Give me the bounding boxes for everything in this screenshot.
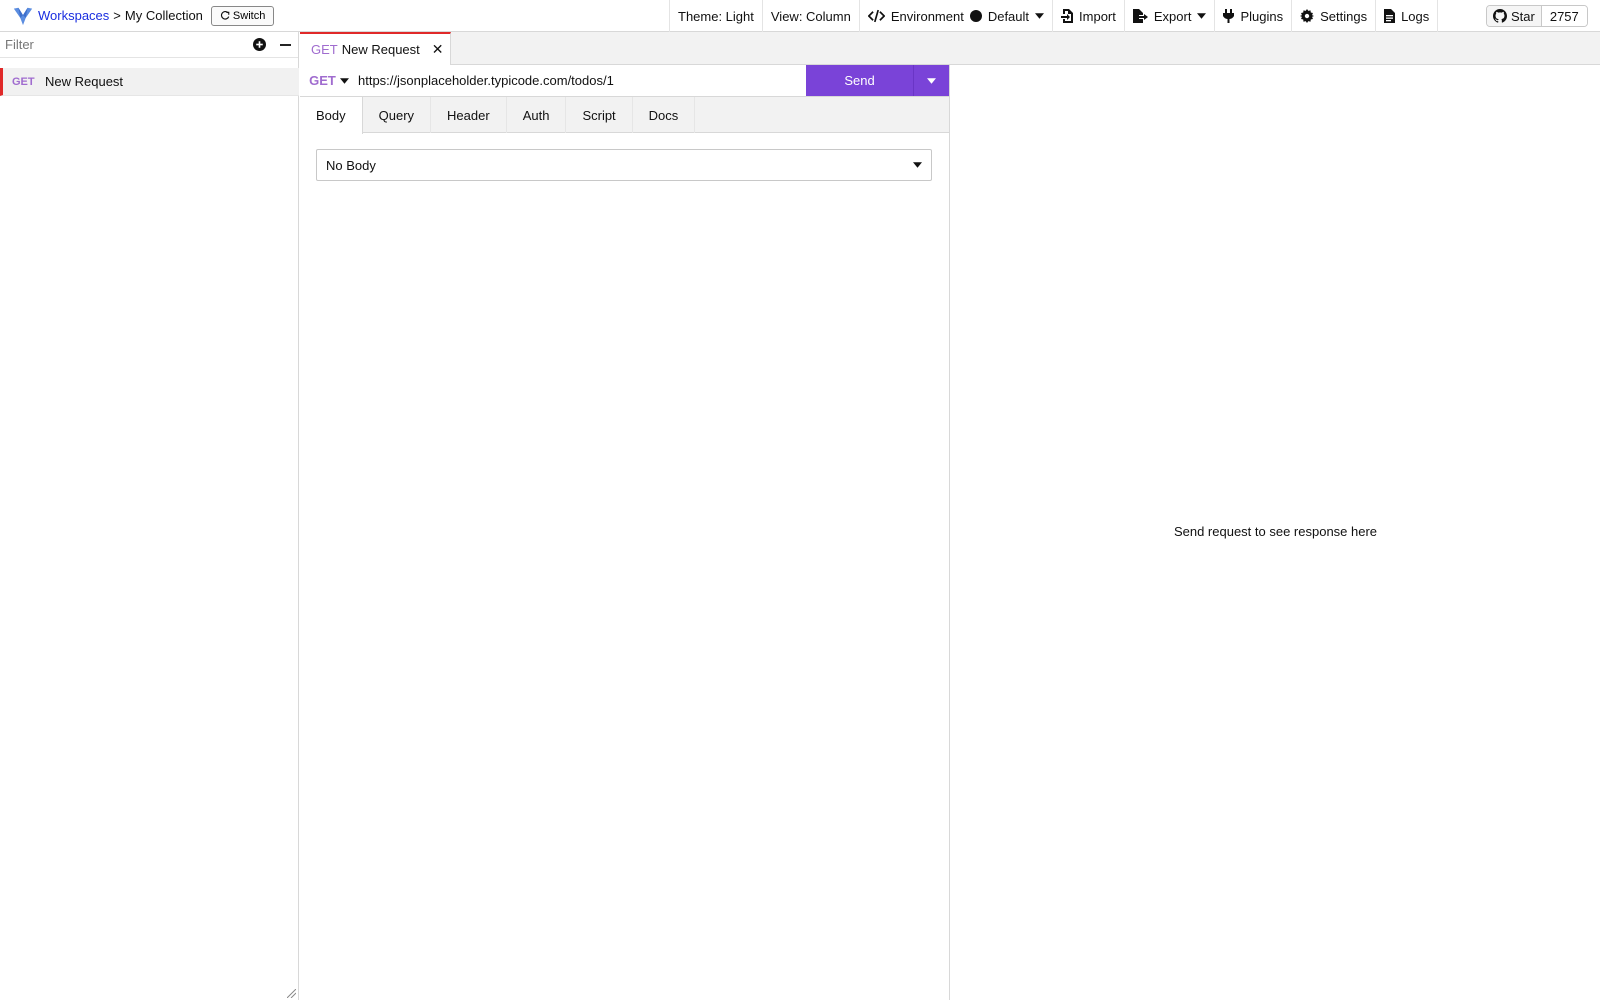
chevron-down-icon [913, 162, 922, 168]
export-button[interactable]: Export [1123, 0, 1215, 32]
top-actions: Theme: Light View: Column Environment De… [669, 0, 1439, 32]
method-badge: GET [12, 75, 35, 88]
tab-body[interactable]: Body [300, 97, 363, 134]
export-label: Export [1153, 8, 1192, 24]
github-icon [1493, 9, 1507, 23]
filter-input[interactable] [0, 32, 246, 57]
whale-logo-icon [13, 7, 33, 25]
github-star-button[interactable]: Star [1487, 6, 1542, 26]
logs-button[interactable]: Logs [1375, 0, 1439, 32]
body-type-select[interactable]: No Body [316, 149, 932, 181]
breadcrumb-collection-name: My Collection [124, 8, 203, 23]
request-sub-tabs: Body Query Header Auth Script Docs [300, 97, 949, 134]
sidebar-item-label: New Request [45, 74, 124, 89]
add-request-button[interactable] [246, 32, 272, 58]
response-panel: Send request to see response here [951, 65, 1600, 1000]
github-star-count[interactable]: 2757 [1541, 6, 1587, 26]
view-label: View: Column [770, 8, 851, 24]
collapse-all-button[interactable] [272, 32, 298, 58]
logs-label: Logs [1401, 8, 1430, 24]
file-text-icon [1384, 9, 1396, 23]
view-toggle[interactable]: View: Column [761, 0, 859, 32]
theme-toggle[interactable]: Theme: Light [669, 0, 762, 32]
import-label: Import [1079, 8, 1116, 24]
tab-method-badge: GET [311, 42, 338, 57]
environment-button[interactable]: Environment Default [858, 0, 1052, 32]
file-export-icon [1132, 9, 1148, 23]
tab-script[interactable]: Script [566, 97, 633, 133]
url-bar: GET Send [300, 65, 949, 97]
sidebar: GET New Request [0, 32, 299, 1000]
environment-value: Default [987, 8, 1030, 24]
plugins-label: Plugins [1240, 8, 1284, 24]
resize-handle-icon[interactable] [287, 989, 296, 998]
chevron-down-icon [339, 77, 349, 84]
file-import-icon [1061, 9, 1074, 23]
settings-button[interactable]: Settings [1291, 0, 1375, 32]
tab-auth[interactable]: Auth [507, 97, 567, 133]
switch-label: Switch [232, 9, 266, 22]
close-icon[interactable]: ✕ [432, 41, 444, 58]
request-tabs: GET New Request ✕ [300, 32, 1600, 65]
gear-icon [1300, 9, 1315, 23]
settings-label: Settings [1320, 8, 1368, 24]
url-input[interactable] [358, 65, 806, 96]
tab-header[interactable]: Header [431, 97, 507, 133]
github-star-label: Star [1511, 8, 1535, 24]
request-panel: GET Send Body Query Header Auth Script D… [300, 65, 950, 1000]
environment-label: Environment [890, 8, 964, 24]
plug-icon [1223, 9, 1235, 23]
breadcrumb-workspaces-link[interactable]: Workspaces [38, 8, 109, 23]
switch-collection-button[interactable]: Switch [210, 5, 275, 26]
method-dropdown[interactable]: GET [300, 65, 358, 96]
sidebar-item-new-request[interactable]: GET New Request [0, 68, 299, 96]
body-type-value: No Body [326, 157, 376, 173]
breadcrumb-separator: > [113, 8, 121, 23]
theme-label: Theme: Light [678, 8, 754, 24]
filter-row [0, 32, 298, 58]
import-button[interactable]: Import [1052, 0, 1124, 32]
refresh-icon [220, 10, 230, 20]
chevron-down-icon [927, 77, 936, 84]
response-placeholder: Send request to see response here [1173, 524, 1378, 539]
top-bar: Workspaces > My Collection Switch Theme:… [0, 0, 1600, 32]
method-value: GET [309, 73, 336, 88]
send-options-button[interactable] [913, 65, 949, 96]
chevron-down-icon [1035, 13, 1045, 19]
tab-query[interactable]: Query [363, 97, 432, 133]
code-icon [867, 9, 885, 23]
tab-label: New Request [341, 42, 420, 57]
plugins-button[interactable]: Plugins [1214, 0, 1291, 32]
plus-circle-icon [252, 38, 266, 51]
tab-docs[interactable]: Docs [633, 97, 696, 133]
minus-icon [279, 43, 291, 46]
environment-status-dot [969, 10, 982, 22]
github-star-widget[interactable]: Star 2757 [1486, 5, 1588, 27]
tab-new-request[interactable]: GET New Request ✕ [300, 32, 451, 65]
breadcrumb: Workspaces > My Collection Switch [0, 0, 275, 32]
send-button[interactable]: Send [806, 65, 913, 96]
chevron-down-icon [1197, 13, 1207, 19]
